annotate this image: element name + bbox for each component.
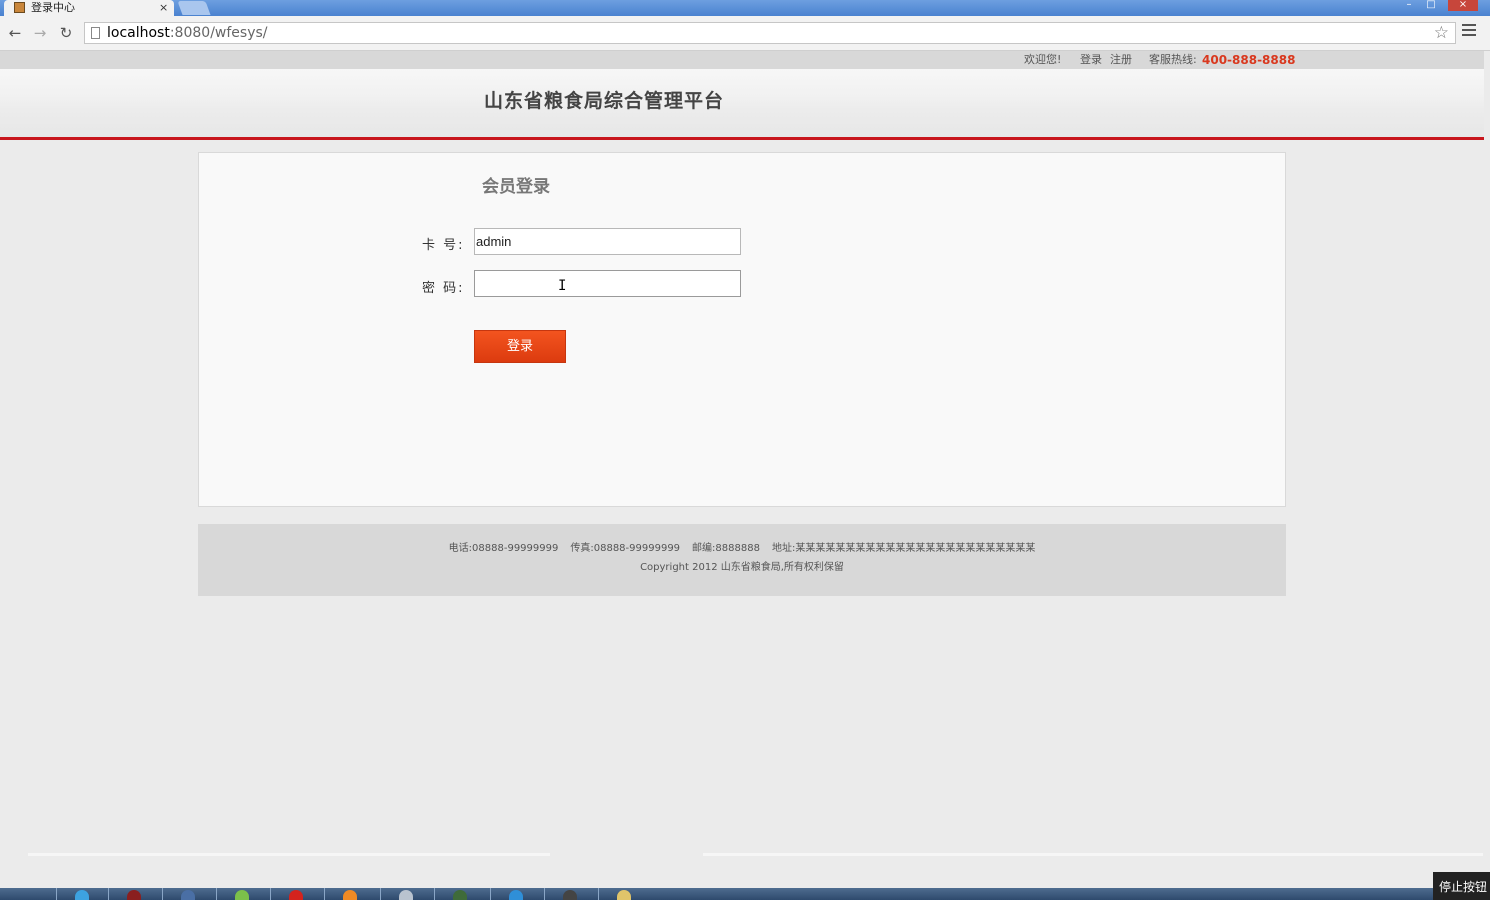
login-link[interactable]: 登录 [1080,51,1102,69]
taskbar-app-icon[interactable] [216,888,268,900]
page-favicon-icon [14,2,25,13]
hotline-number: 400-888-8888 [1202,53,1296,67]
reload-icon[interactable]: ↻ [57,24,75,42]
footer-address: 地址:某某某某某某某某某某某某某某某某某某某某某某某某 [771,543,1036,554]
taskbar-app-icon[interactable] [490,888,542,900]
window-maximize-button[interactable]: □ [1420,0,1442,11]
card-number-label: 卡 号: [422,238,465,253]
password-input[interactable] [474,270,741,297]
taskbar-app-icon[interactable] [162,888,214,900]
login-title: 会员登录 [482,177,550,197]
taskbar-app-icon[interactable] [108,888,160,900]
footer-copyright: Copyright 2012 山东省粮食局,所有权利保留 [640,562,844,573]
taskbar-app-icon[interactable] [270,888,322,900]
browser-toolbar: ← → ↻ localhost:8080/wfesys/ ☆ [0,16,1490,51]
page-icon [91,27,100,39]
taskbar-app-icon[interactable] [56,888,108,900]
url-text: localhost:8080/wfesys/ [107,23,268,43]
window-close-button[interactable]: × [1448,0,1478,11]
forward-arrow-icon[interactable]: → [31,24,49,42]
page-divider [703,853,1483,856]
tab-close-icon[interactable]: × [159,0,168,15]
login-button[interactable]: 登录 [474,330,566,363]
taskbar-app-icon[interactable] [434,888,486,900]
browser-titlebar: 登录中心 × – □ × [0,0,1490,16]
hotline-label: 客服热线: [1149,53,1197,66]
page-divider [28,853,550,856]
site-header: 山东省粮食局综合管理平台 [0,69,1484,137]
url-path: :8080/wfesys/ [169,25,268,41]
back-arrow-icon[interactable]: ← [6,24,24,42]
password-label: 密 码: [422,281,465,296]
register-link[interactable]: 注册 [1110,51,1132,69]
footer-zip: 邮编:8888888 [692,543,760,554]
browser-tab[interactable]: 登录中心 × [4,0,174,16]
address-bar[interactable]: localhost:8080/wfesys/ ☆ [84,22,1456,44]
url-host: localhost [107,25,170,41]
header-divider [0,137,1484,140]
welcome-text: 欢迎您! [1024,53,1062,66]
footer-phone: 电话:08888-99999999 [448,543,559,554]
taskbar-app-icon[interactable] [598,888,650,900]
tab-title: 登录中心 [31,1,75,14]
site-footer: 电话:08888-99999999 传真:08888-99999999 邮编:888… [198,524,1286,596]
taskbar-app-icon[interactable] [544,888,596,900]
footer-contact: 电话:08888-99999999 传真:08888-99999999 邮编:888… [198,539,1286,554]
card-number-input[interactable] [474,228,741,255]
browser-menu-icon[interactable] [1462,24,1476,38]
taskbar-app-icon[interactable] [324,888,376,900]
window-minimize-button[interactable]: – [1398,0,1420,11]
taskbar-app-icon[interactable] [380,888,432,900]
new-tab-button[interactable] [177,1,211,15]
login-panel: 会员登录 卡 号: 密 码: I 登录 [198,152,1286,507]
bookmark-star-icon[interactable]: ☆ [1434,23,1449,43]
footer-fax: 传真:08888-99999999 [570,543,681,554]
site-title: 山东省粮食局综合管理平台 [484,90,725,112]
stop-recording-button[interactable]: 停止按钮 [1433,872,1490,900]
site-topbar: 欢迎您! 登录 注册 客服热线: 400-888-8888 [0,51,1484,69]
